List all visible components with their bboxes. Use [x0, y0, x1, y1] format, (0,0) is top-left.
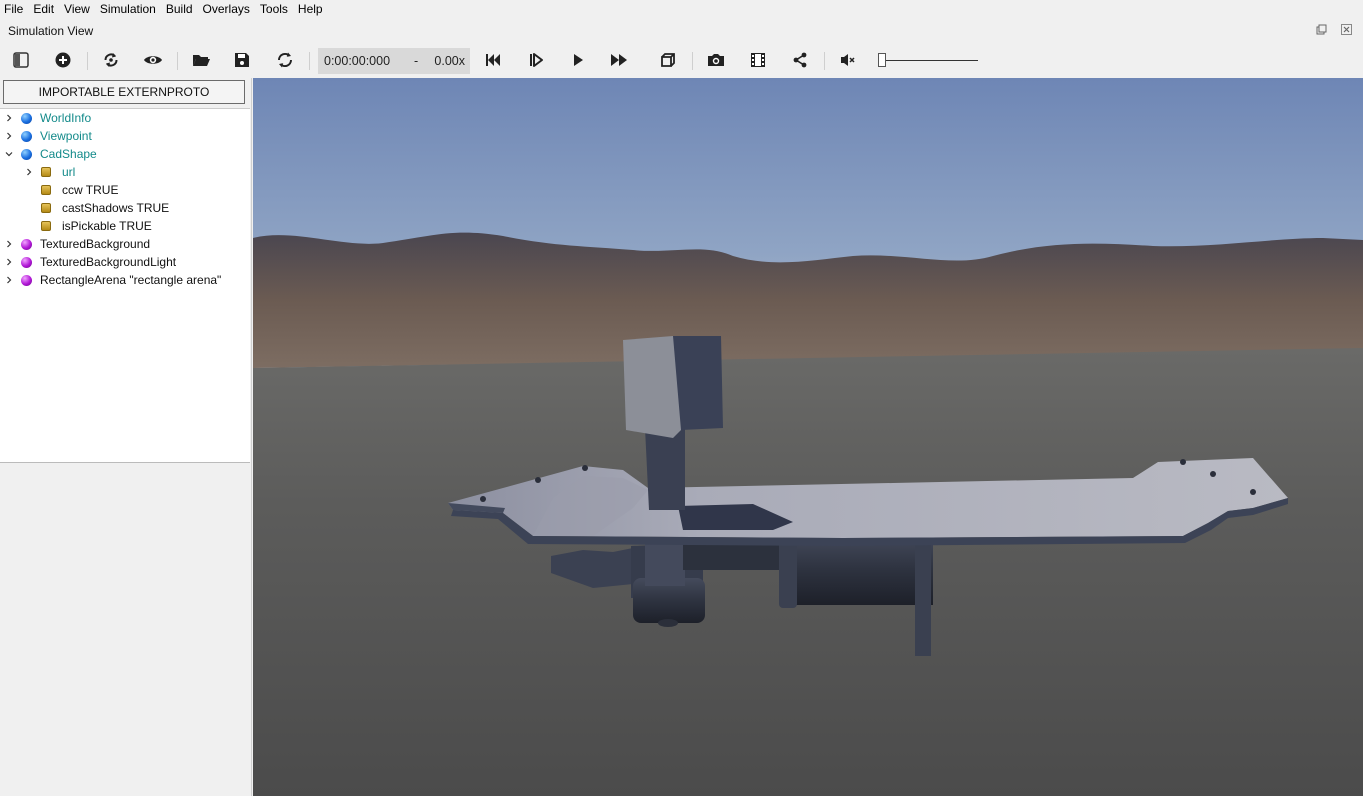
revert-icon[interactable] — [271, 46, 299, 74]
expand-arrow-icon[interactable] — [4, 239, 14, 249]
tree-row-label: TexturedBackgroundLight — [40, 255, 177, 269]
tree-row-label: Viewpoint — [40, 129, 92, 143]
menu-tools[interactable]: Tools — [255, 0, 293, 18]
toggle-scene-tree-icon[interactable] — [7, 46, 35, 74]
add-node-icon[interactable] — [49, 46, 77, 74]
fast-forward-icon[interactable] — [605, 46, 633, 74]
open-world-icon[interactable] — [187, 46, 215, 74]
panel-titlebar: Simulation View — [0, 20, 1363, 42]
volume-slider-handle[interactable] — [878, 53, 886, 67]
cube-view-icon[interactable] — [654, 46, 682, 74]
tree-row-label: isPickable TRUE — [62, 219, 152, 233]
volume-slider-track — [882, 60, 978, 61]
scene-tree-panel: IMPORTABLE EXTERNPROTO WorldInfo Viewpoin… — [0, 78, 252, 796]
3d-view[interactable] — [253, 78, 1363, 796]
expand-arrow-icon[interactable] — [4, 131, 14, 141]
reload-world-icon[interactable] — [97, 46, 125, 74]
field-icon — [41, 167, 51, 177]
toolbar: 0:00:00:000 - 0.00x — [0, 44, 1363, 77]
simulation-time-display: 0:00:00:000 - 0.00x — [318, 48, 470, 74]
tree-row-label: castShadows TRUE — [62, 201, 170, 215]
tree-row-label: WorldInfo — [40, 111, 92, 125]
panel-title: Simulation View — [8, 24, 94, 38]
eye-icon[interactable] — [139, 46, 167, 74]
time-separator: - — [414, 54, 419, 68]
menu-help[interactable]: Help — [293, 0, 328, 18]
toolbar-separator — [309, 52, 310, 70]
menu-file[interactable]: File — [0, 0, 28, 18]
share-icon[interactable] — [786, 46, 814, 74]
menu-bar: File Edit View Simulation Build Overlays… — [0, 0, 1363, 18]
screenshot-icon[interactable] — [702, 46, 730, 74]
toolbar-separator — [692, 52, 693, 70]
expand-arrow-icon[interactable] — [4, 257, 14, 267]
field-icon — [41, 203, 51, 213]
blue-node-icon — [21, 112, 32, 124]
tree-row-label: url — [62, 165, 76, 179]
step-icon[interactable] — [522, 46, 550, 74]
menu-edit[interactable]: Edit — [28, 0, 59, 18]
mute-icon[interactable] — [834, 46, 862, 74]
expand-arrow-icon[interactable] — [4, 113, 14, 123]
tree-row-label: RectangleArena "rectangle arena" — [40, 273, 222, 287]
tree-row-label: TexturedBackground — [40, 237, 151, 251]
blue-node-icon — [21, 130, 32, 142]
blue-node-icon — [21, 148, 32, 160]
field-icon — [41, 185, 51, 195]
purple-node-icon — [21, 238, 32, 250]
menu-overlays[interactable]: Overlays — [198, 0, 255, 18]
play-icon[interactable] — [564, 46, 592, 74]
toolbar-separator — [87, 52, 88, 70]
expand-arrow-icon[interactable] — [24, 167, 34, 177]
scene-tree[interactable]: WorldInfo Viewpoint CadShape url ccw TRUE cas… — [0, 108, 250, 463]
simulation-speed: 0.00x — [434, 54, 465, 68]
simulation-time: 0:00:00:000 — [324, 54, 391, 68]
float-panel-icon[interactable] — [1315, 24, 1327, 36]
toolbar-separator — [177, 52, 178, 70]
purple-node-icon — [21, 274, 32, 286]
menu-simulation[interactable]: Simulation — [95, 0, 161, 18]
tree-row-label: ccw TRUE — [62, 183, 119, 197]
save-world-icon[interactable] — [228, 46, 256, 74]
field-editor-panel — [0, 465, 250, 796]
expand-arrow-icon[interactable] — [4, 275, 14, 285]
movie-icon[interactable] — [744, 46, 772, 74]
volume-slider[interactable] — [878, 52, 980, 70]
purple-node-icon — [21, 256, 32, 268]
field-icon — [41, 221, 51, 231]
toolbar-separator — [824, 52, 825, 70]
importable-externproto-button[interactable]: IMPORTABLE EXTERNPROTO — [3, 80, 245, 104]
menu-build[interactable]: Build — [161, 0, 198, 18]
step-back-icon[interactable] — [479, 46, 507, 74]
menu-view[interactable]: View — [59, 0, 95, 18]
tree-row-label: CadShape — [40, 147, 97, 161]
close-panel-icon[interactable] — [1340, 24, 1352, 36]
collapse-arrow-icon[interactable] — [4, 149, 14, 159]
